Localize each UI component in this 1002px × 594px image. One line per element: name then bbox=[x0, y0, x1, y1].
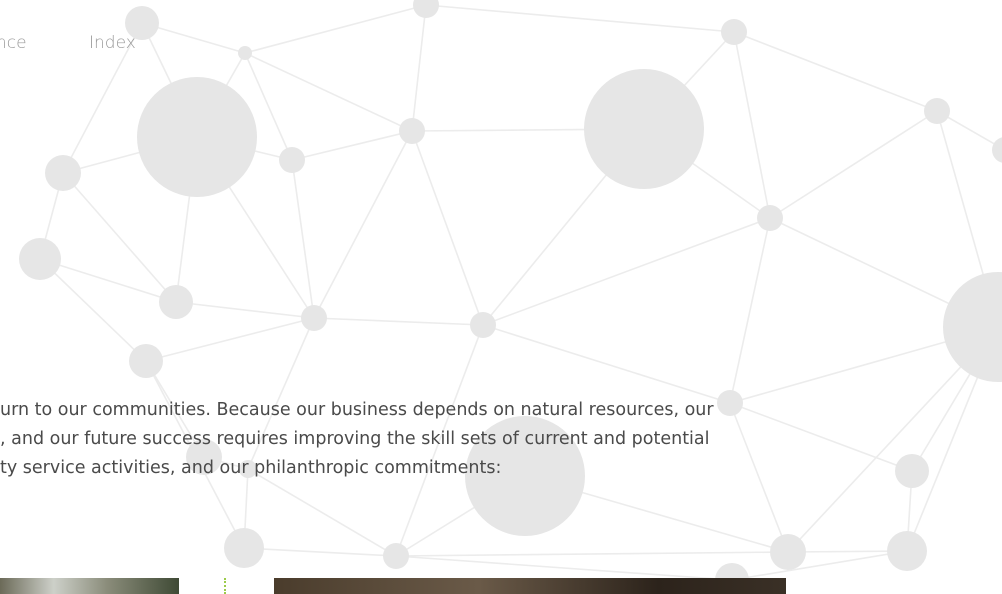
network-edge bbox=[313, 317, 484, 326]
nav-link-index[interactable]: Index bbox=[89, 33, 136, 53]
network-node bbox=[943, 272, 1002, 382]
network-node bbox=[584, 69, 704, 189]
network-edge bbox=[395, 551, 789, 557]
network-node bbox=[45, 155, 81, 191]
network-edge bbox=[733, 31, 938, 112]
network-node bbox=[137, 77, 257, 197]
network-node bbox=[470, 312, 496, 338]
network-node bbox=[383, 543, 409, 569]
network-edge bbox=[244, 4, 427, 54]
paragraph-line: ty service activities, and our philanthr… bbox=[0, 458, 502, 478]
network-edge bbox=[145, 317, 315, 362]
network-node bbox=[224, 528, 264, 568]
dotted-divider bbox=[224, 578, 228, 594]
network-node bbox=[992, 137, 1002, 163]
network-node bbox=[413, 0, 439, 18]
network-node bbox=[301, 305, 327, 331]
network-edge bbox=[733, 31, 771, 219]
network-edge bbox=[731, 550, 908, 581]
intro-paragraph: urn to our communities. Because our busi… bbox=[0, 396, 800, 483]
network-edge bbox=[291, 159, 315, 319]
paragraph-line: urn to our communities. Because our busi… bbox=[0, 400, 714, 420]
network-edge bbox=[243, 547, 397, 557]
network-node bbox=[399, 118, 425, 144]
network-edge bbox=[39, 258, 147, 362]
network-edge bbox=[39, 258, 177, 303]
network-node bbox=[279, 147, 305, 173]
network-node bbox=[721, 19, 747, 45]
background-network-graphic bbox=[19, 0, 1002, 594]
network-edge bbox=[729, 217, 771, 404]
network-node bbox=[159, 285, 193, 319]
photo-thumbnail-right bbox=[274, 578, 786, 594]
network-edge bbox=[411, 130, 484, 326]
network-edge bbox=[62, 172, 177, 303]
network-node bbox=[924, 98, 950, 124]
network-edge bbox=[291, 130, 413, 161]
network-node bbox=[129, 344, 163, 378]
network-node bbox=[19, 238, 61, 280]
network-node bbox=[895, 454, 929, 488]
network-edge bbox=[411, 4, 427, 132]
network-nodes bbox=[19, 0, 1002, 594]
network-edge bbox=[175, 301, 315, 319]
network-node bbox=[757, 205, 783, 231]
photo-thumbnail-left bbox=[0, 578, 179, 594]
network-edge bbox=[425, 4, 735, 33]
paragraph-line: , and our future success requires improv… bbox=[0, 429, 710, 449]
network-node bbox=[887, 531, 927, 571]
nav-link-partial[interactable]: nce bbox=[0, 33, 27, 53]
network-edge bbox=[244, 52, 413, 132]
network-node bbox=[770, 534, 806, 570]
network-edge bbox=[769, 110, 938, 219]
network-edge bbox=[313, 130, 413, 319]
network-edge bbox=[482, 324, 731, 404]
network-node bbox=[238, 46, 252, 60]
network-edge bbox=[395, 555, 733, 581]
